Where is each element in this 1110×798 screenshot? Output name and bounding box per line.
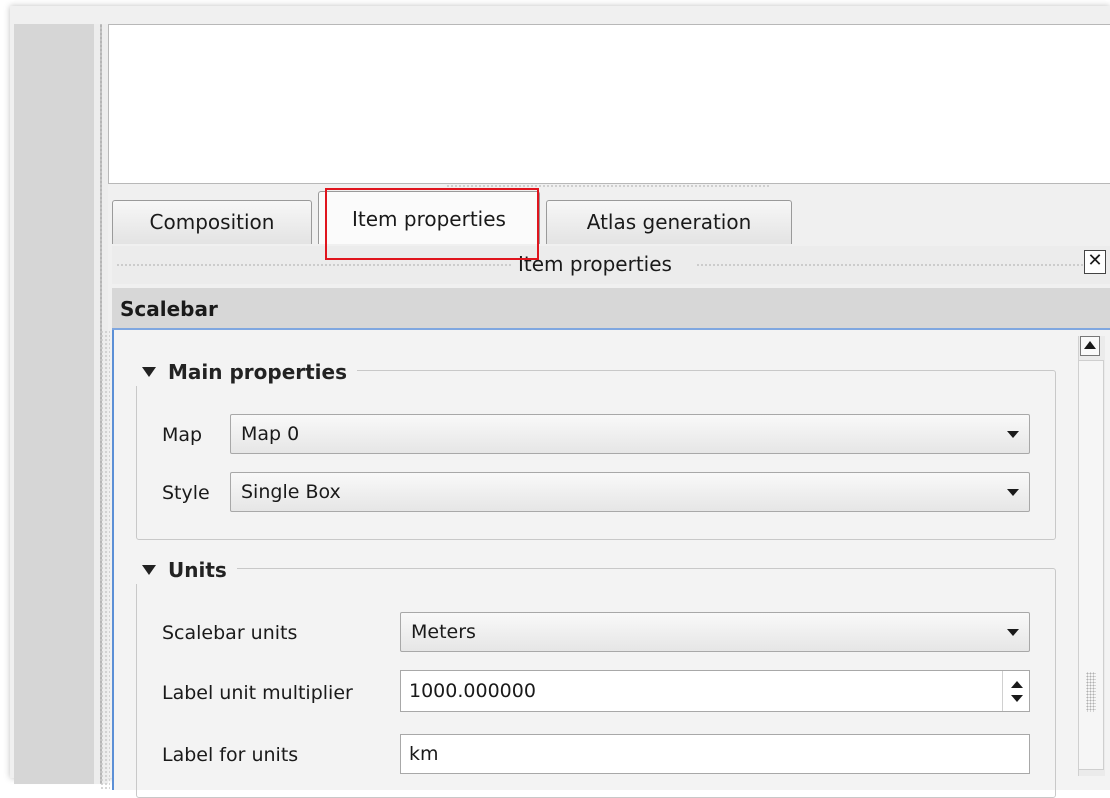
label-multiplier-value: 1000.000000 <box>409 680 536 702</box>
chevron-down-icon <box>1007 629 1019 636</box>
spin-down-icon[interactable] <box>1011 695 1023 702</box>
main-properties-toggle[interactable]: Main properties <box>136 358 358 386</box>
tab-highlight-box <box>325 188 539 260</box>
label-for-units-label: Label for units <box>162 744 299 766</box>
composer-canvas[interactable] <box>108 24 1110 184</box>
section-header-scalebar: Scalebar <box>112 288 1110 330</box>
label-multiplier-label: Label unit multiplier <box>162 682 353 704</box>
collapse-triangle-icon <box>142 366 156 377</box>
dock-title-bar: Item properties ✕ <box>112 246 1110 284</box>
close-icon[interactable]: ✕ <box>1084 250 1106 274</box>
label-for-units-input[interactable]: km <box>400 734 1030 774</box>
panel-grip <box>100 330 110 790</box>
style-select[interactable]: Single Box <box>230 472 1030 512</box>
style-label: Style <box>162 482 210 504</box>
scroll-up-icon[interactable] <box>1080 336 1100 356</box>
scalebar-units-value: Meters <box>411 621 476 643</box>
spinbox-buttons[interactable] <box>1002 671 1029 711</box>
units-toggle[interactable]: Units <box>136 556 237 584</box>
title-bar-grip-left <box>116 263 512 267</box>
left-panel <box>14 24 95 784</box>
main-properties-group <box>136 370 1056 540</box>
units-title: Units <box>168 558 227 582</box>
chevron-down-icon <box>1007 431 1019 438</box>
style-select-value: Single Box <box>241 481 341 503</box>
tab-composition[interactable]: Composition <box>112 200 312 244</box>
collapse-triangle-icon <box>142 564 156 575</box>
map-select[interactable]: Map 0 <box>230 414 1030 454</box>
label-multiplier-spinbox[interactable]: 1000.000000 <box>400 670 1030 712</box>
map-label: Map <box>162 424 203 446</box>
scalebar-units-select[interactable]: Meters <box>400 612 1030 652</box>
scalebar-units-label: Scalebar units <box>162 622 298 644</box>
title-bar-grip-right <box>696 263 1086 267</box>
spin-up-icon[interactable] <box>1011 681 1023 688</box>
main-properties-title: Main properties <box>168 360 348 384</box>
scrollbar-grip[interactable] <box>1086 672 1096 712</box>
chevron-down-icon <box>1007 489 1019 496</box>
map-select-value: Map 0 <box>241 423 300 445</box>
tab-atlas-generation[interactable]: Atlas generation <box>546 200 792 244</box>
